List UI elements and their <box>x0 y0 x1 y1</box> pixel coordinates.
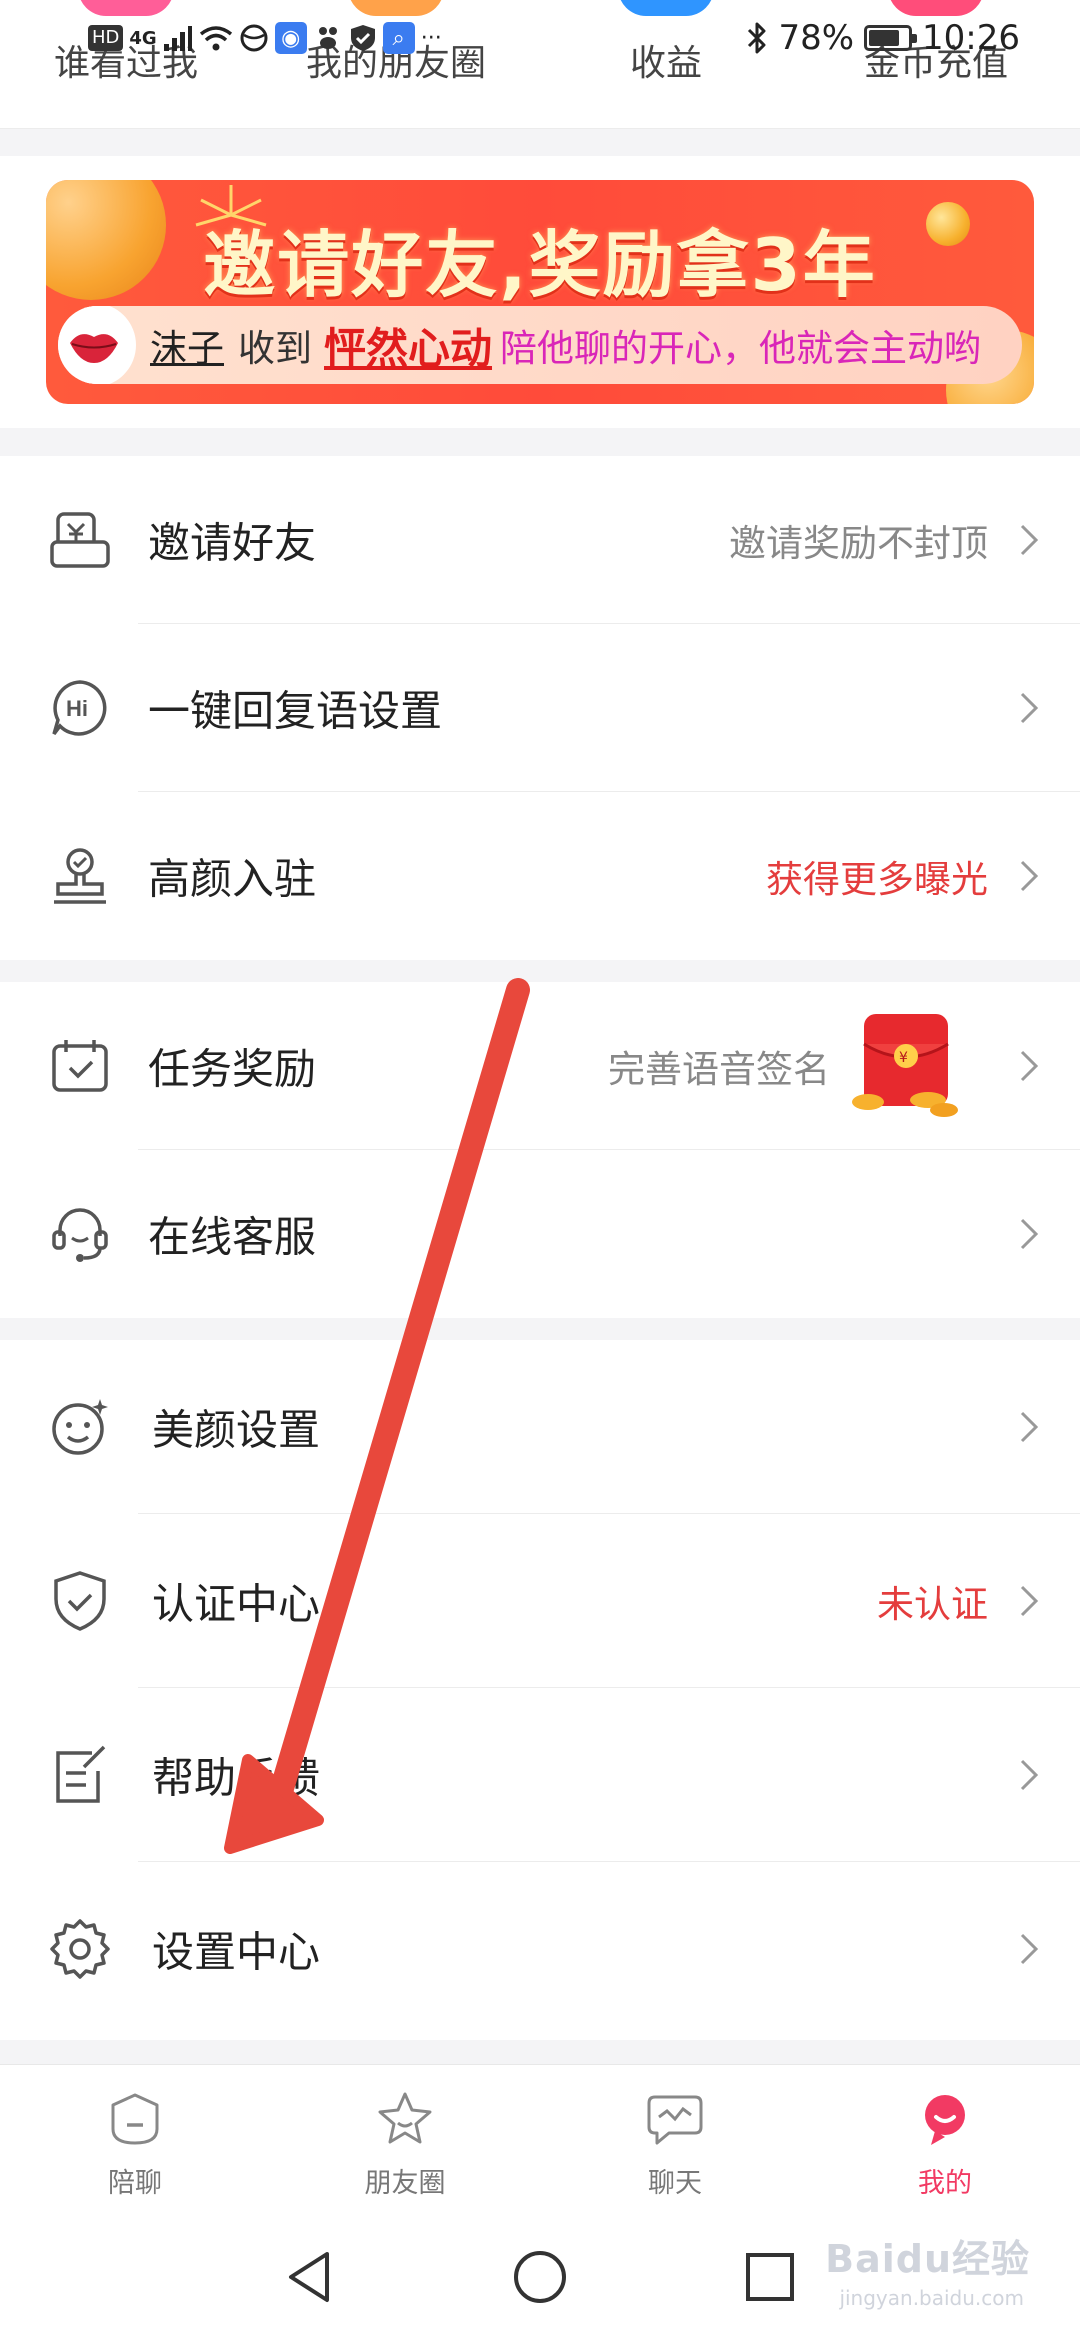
chevron-right-icon <box>1020 524 1039 556</box>
menu-section-1: 邀请好友 邀请奖励不封顶 Hi 一键回复语设置 高颜入驻 获得更多曝光 <box>0 456 1080 960</box>
menu-row-high-looks[interactable]: 高颜入驻 获得更多曝光 <box>0 792 1080 960</box>
shield-check-icon <box>54 1571 106 1631</box>
shield-notification-icon <box>350 25 375 51</box>
svg-text:Hi: Hi <box>66 696 88 721</box>
quick-bubble-earnings <box>618 0 714 16</box>
tab-moments[interactable]: 朋友圈 <box>335 2089 475 2199</box>
star-moments-icon <box>378 2092 432 2144</box>
menu-label-settings-center: 设置中心 <box>152 1927 321 1977</box>
menu-label-task-rewards: 任务奖励 <box>148 1044 317 1094</box>
chevron-right-icon <box>1020 1411 1039 1443</box>
menu-label-beauty-settings: 美颜设置 <box>152 1405 321 1455</box>
tab-label: 陪聊 <box>108 2168 162 2199</box>
red-envelope-icon: ¥ <box>852 1014 958 1117</box>
bottom-tab-bar: 陪聊 朋友圈 聊天 我的 <box>0 2064 1080 2215</box>
svg-text:¥: ¥ <box>899 1050 908 1066</box>
quick-bubble-visitors <box>78 0 174 16</box>
tab-me[interactable]: 我的 <box>875 2089 1015 2199</box>
headset-icon <box>52 1208 108 1262</box>
menu-label-help-feedback: 帮助反馈 <box>152 1753 321 1803</box>
menu-section-3: 美颜设置 认证中心 未认证 帮助反馈 设置中心 <box>0 1340 1080 2040</box>
watermark-url: jingyan.baidu.com <box>839 2286 1024 2310</box>
menu-row-task-rewards[interactable]: 任务奖励 完善语音签名 ¥ <box>0 982 1080 1150</box>
menu-row-customer-service[interactable]: 在线客服 <box>0 1150 1080 1318</box>
battery-icon <box>864 25 918 51</box>
recents-icon[interactable] <box>739 2246 801 2308</box>
ticker-username: 沫子 <box>150 327 224 370</box>
baidu-jingyan-watermark: Baidu经验 <box>825 2237 1030 2281</box>
quick-item-earnings[interactable]: 收益 <box>630 34 702 86</box>
menu-value-verification-status: 未认证 <box>877 1583 988 1626</box>
ticker-gift-name: 怦然心动 <box>324 323 493 373</box>
top-quick-bar: 谁看过我 我的朋友圈 收益 金币充值 HD 4G ◉ ⌕ ··· 78% 10:… <box>0 0 1080 129</box>
menu-row-verification-center[interactable]: 认证中心 未认证 <box>0 1514 1080 1688</box>
ticker-avatar <box>58 306 136 384</box>
message-wave-icon <box>647 2095 703 2145</box>
banner-title: 邀请好友,奖励拿3年 <box>203 223 877 307</box>
gear-icon <box>50 1919 110 1979</box>
back-icon[interactable] <box>279 2246 341 2308</box>
menu-value-task-rewards: 完善语音签名 <box>608 1048 830 1091</box>
menu-row-invite-friends[interactable]: 邀请好友 邀请奖励不封顶 <box>0 456 1080 624</box>
menu-label-customer-service: 在线客服 <box>148 1212 317 1262</box>
paw-icon <box>318 27 337 49</box>
tab-label: 聊天 <box>648 2168 702 2199</box>
banner-card: 邀请好友,奖励拿3年 沫子 收到 怦然心动 陪他聊的开心，他就会主动哟 <box>0 156 1080 428</box>
tab-companion-chat[interactable]: 陪聊 <box>65 2089 205 2199</box>
bluetooth-icon <box>748 22 766 54</box>
chevron-right-icon <box>1020 1759 1039 1791</box>
invite-banner[interactable]: 邀请好友,奖励拿3年 沫子 收到 怦然心动 陪他聊的开心，他就会主动哟 <box>46 180 1034 404</box>
home-icon[interactable] <box>509 2246 571 2308</box>
menu-row-beauty-settings[interactable]: 美颜设置 <box>0 1340 1080 1514</box>
menu-value-high-looks: 获得更多曝光 <box>766 858 988 901</box>
menu-value-invite-friends: 邀请奖励不封顶 <box>729 522 988 565</box>
menu-label-invite-friends: 邀请好友 <box>148 518 317 568</box>
tab-messages[interactable]: 聊天 <box>605 2089 745 2199</box>
menu-label-high-looks: 高颜入驻 <box>148 854 317 904</box>
chevron-right-icon <box>1020 860 1039 892</box>
hd-icon: HD <box>88 25 124 51</box>
tab-label: 朋友圈 <box>364 2168 446 2199</box>
menu-row-quick-reply[interactable]: Hi 一键回复语设置 <box>0 624 1080 792</box>
battery-percent: 78% <box>778 18 855 58</box>
status-bar-left: HD 4G ◉ ⌕ ··· <box>88 16 442 60</box>
wifi-icon <box>199 26 232 51</box>
chevron-right-icon <box>1020 692 1039 724</box>
quick-bubble-recharge <box>888 0 984 16</box>
chat-companion-icon <box>111 2093 159 2145</box>
status-bar-right: 78% 10:26 <box>746 16 1020 60</box>
feedback-edit-icon <box>56 1745 106 1803</box>
calendar-check-icon <box>52 1040 108 1092</box>
network-type: 4G <box>129 27 157 49</box>
menu-section-2: 任务奖励 完善语音签名 ¥ 在线客服 <box>0 982 1080 1318</box>
chevron-right-icon <box>1020 1218 1039 1250</box>
globe-icon <box>240 24 268 52</box>
clock: 10:26 <box>922 18 1020 58</box>
lips-gift-icon <box>70 334 118 363</box>
menu-row-help-feedback[interactable]: 帮助反馈 <box>0 1688 1080 1862</box>
quick-bubble-moments <box>348 0 444 16</box>
profile-me-icon <box>925 2095 965 2145</box>
beauty-face-icon <box>52 1399 108 1455</box>
ticker-message: 陪他聊的开心，他就会主动哟 <box>500 327 982 370</box>
tab-label: 我的 <box>918 2168 972 2199</box>
menu-row-settings-center[interactable]: 设置中心 <box>0 1862 1080 2036</box>
ticker-verb: 收到 <box>238 327 312 370</box>
gift-voucher-icon <box>50 512 110 568</box>
chevron-right-icon <box>1020 1585 1039 1617</box>
more-notifications-icon: ··· <box>420 25 442 51</box>
chevron-right-icon <box>1020 1933 1039 1965</box>
search-notification-icon: ⌕ <box>382 22 415 54</box>
chevron-right-icon <box>1020 1050 1039 1082</box>
gift-ticker: 沫子 收到 怦然心动 陪他聊的开心，他就会主动哟 <box>58 306 1022 384</box>
stamp-icon <box>54 848 106 904</box>
signal-icon <box>163 26 192 51</box>
menu-label-verification-center: 认证中心 <box>152 1579 321 1629</box>
hi-bubble-icon: Hi <box>52 680 107 736</box>
menu-label-quick-reply: 一键回复语设置 <box>148 686 443 736</box>
app-notification-icon: ◉ <box>274 22 307 54</box>
